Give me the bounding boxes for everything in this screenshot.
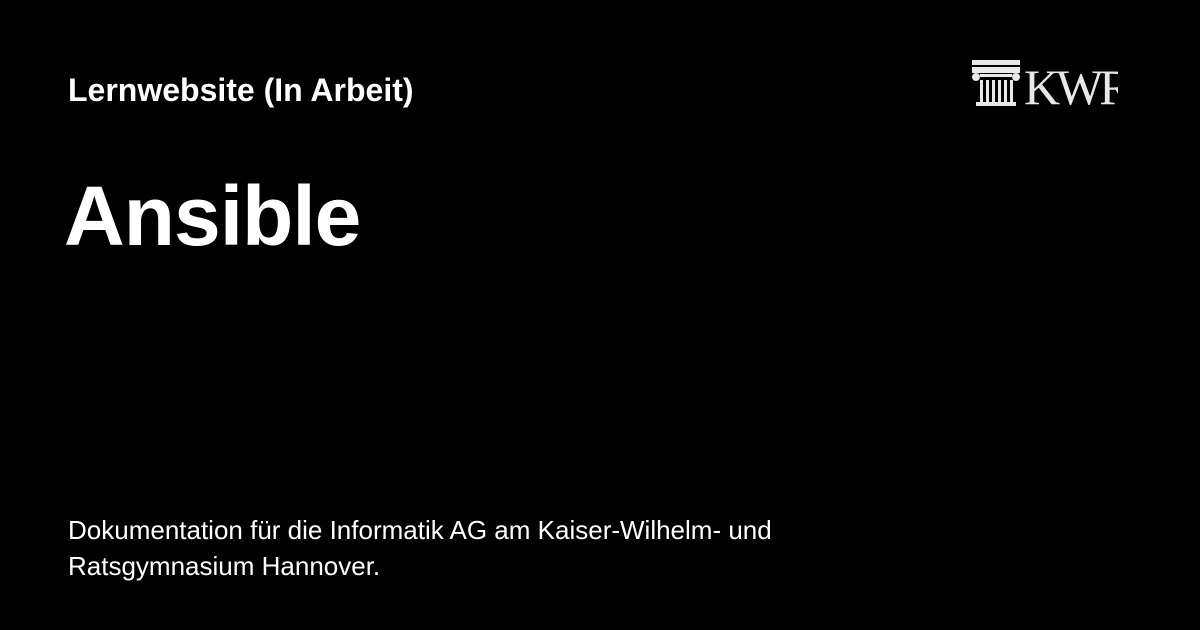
column-capital-icon — [972, 60, 1020, 106]
school-logo: KWR — [972, 60, 1118, 106]
page-description: Dokumentation für die Informatik AG am K… — [68, 515, 772, 581]
page-title: Ansible — [64, 169, 361, 263]
social-preview-card: Lernwebsite (In Arbeit) Ansible Dokument… — [0, 0, 1200, 630]
logo-text: KWR — [1024, 60, 1118, 106]
site-name: Lernwebsite (In Arbeit) — [68, 72, 414, 108]
kwr-logo-icon: KWR — [972, 60, 1118, 106]
